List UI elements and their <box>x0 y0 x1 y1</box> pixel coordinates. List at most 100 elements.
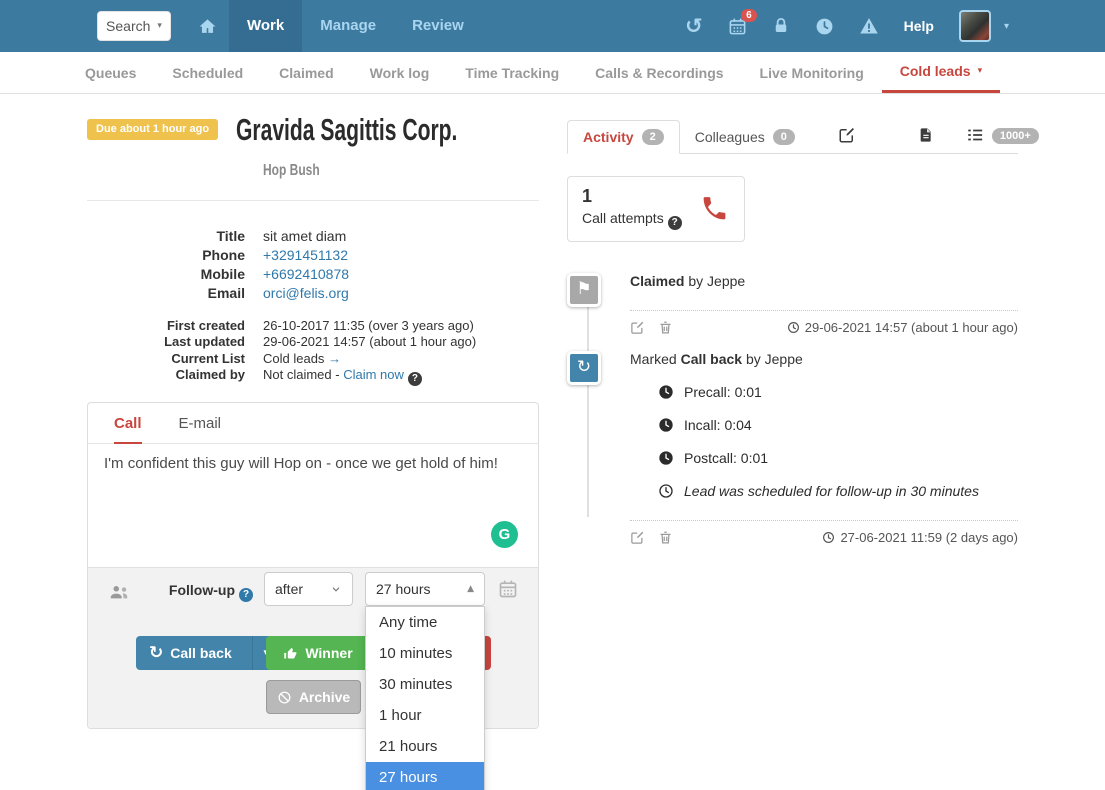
dropdown-option[interactable]: 30 minutes <box>366 669 484 700</box>
subnav-live-monitoring[interactable]: Live Monitoring <box>742 52 882 93</box>
divider <box>630 309 1018 311</box>
call-box-tabs: Call E-mail <box>88 403 538 445</box>
dropdown-option[interactable]: 21 hours <box>366 731 484 762</box>
activity-tabbar: Activity 2 Colleagues 0 1000+ <box>567 120 1039 154</box>
email-link[interactable]: orci@felis.org <box>263 285 349 301</box>
meta-first-created: 26-10-2017 11:35 (over 3 years ago) <box>263 317 474 333</box>
nav-tab-review[interactable]: Review <box>394 0 482 52</box>
timeline-entry-claimed: ⚑ Claimed by Jeppe 29-06-2021 14:57 (abo… <box>567 272 1018 335</box>
clock-icon[interactable] <box>815 17 834 36</box>
phone-link[interactable]: +3291451132 <box>263 247 348 263</box>
entry-prefix: Marked <box>630 350 681 367</box>
calendar-picker-icon[interactable] <box>498 579 518 604</box>
tab-activity[interactable]: Activity 2 <box>567 120 680 154</box>
meta-last-updated: 29-06-2021 14:57 (about 1 hour ago) <box>263 334 477 350</box>
thumbs-up-icon <box>284 647 298 659</box>
clock-outline-icon <box>659 483 673 498</box>
help-link[interactable]: Help <box>904 18 934 34</box>
help-question-icon[interactable]: ? <box>407 372 422 387</box>
followup-label: Follow-up? <box>88 582 253 602</box>
followup-help-icon[interactable]: ? <box>239 587 253 602</box>
meta-label: Current List <box>171 350 245 366</box>
delete-entry-icon[interactable] <box>658 530 673 545</box>
tab-email[interactable]: E-mail <box>179 415 222 443</box>
field-value-title: sit amet diam <box>263 227 347 244</box>
dropdown-option[interactable]: Any time <box>366 607 484 638</box>
mobile-link[interactable]: +6692410878 <box>263 266 349 282</box>
followup-mode-value: after <box>275 581 304 598</box>
meta-label: First created <box>166 317 245 333</box>
list-icon[interactable] <box>966 126 984 144</box>
calendar-icon[interactable]: 6 <box>728 8 757 36</box>
dropdown-option[interactable]: 1 hour <box>366 700 484 731</box>
entry-timestamp: 27-06-2021 11:59 (2 days ago) <box>822 530 1018 545</box>
tab-call[interactable]: Call <box>114 415 142 445</box>
navbar-actions: ↺ 6 Help ▾ <box>685 0 1009 52</box>
claim-now-link[interactable]: Claim now <box>343 367 404 382</box>
subnav-work-log[interactable]: Work log <box>352 52 448 93</box>
call-box: Call E-mail I'm confident this guy will … <box>87 402 539 790</box>
top-navbar: Search ▾ Work Manage Review ↺ 6 Help ▾ <box>0 0 1105 52</box>
go-to-list-arrow-icon[interactable]: → <box>328 351 341 366</box>
meta-label: Claimed by <box>175 367 245 383</box>
document-icon[interactable] <box>918 126 934 144</box>
entry-action: Claimed <box>630 272 685 289</box>
grammarly-icon[interactable]: G <box>491 521 518 549</box>
dropdown-option-selected[interactable]: 27 hours <box>366 762 484 790</box>
followup-time-select[interactable]: 27 hours ▲ <box>365 572 485 607</box>
field-label: Email <box>207 284 245 301</box>
entry-action: Call back <box>680 350 743 367</box>
entry-by: by Jeppe <box>684 272 746 289</box>
delete-entry-icon[interactable] <box>658 320 673 335</box>
nav-tab-manage[interactable]: Manage <box>302 0 394 52</box>
call-back-button[interactable]: ↻ Call back ▾ <box>136 636 279 671</box>
meta-claimed-by: Not claimed - Claim now? <box>263 367 539 387</box>
subnav-calls-recordings[interactable]: Calls & Recordings <box>577 52 741 93</box>
search-dropdown[interactable]: Search ▾ <box>97 11 171 41</box>
followup-time-dropdown: Any time 10 minutes 30 minutes 1 hour 21… <box>365 606 485 790</box>
winner-button[interactable]: Winner <box>266 636 370 671</box>
precall-duration: Precall: 0:01 <box>684 383 762 400</box>
edit-entry-icon[interactable] <box>630 530 645 545</box>
phone-icon <box>700 194 729 228</box>
compose-note-icon[interactable] <box>838 126 856 144</box>
followup-mode-select[interactable]: after <box>264 572 353 607</box>
list-count-badge: 1000+ <box>991 128 1039 144</box>
lead-contact-name: Hop Bush <box>263 161 320 179</box>
tab-colleagues-label: Colleagues <box>694 129 765 145</box>
history-icon[interactable]: ↺ <box>685 15 703 36</box>
home-icon[interactable] <box>198 17 217 36</box>
chevron-up-icon: ▲ <box>467 584 474 595</box>
field-label: Phone <box>202 246 245 263</box>
user-avatar[interactable] <box>958 10 991 42</box>
lead-company-title: Gravida Sagittis Corp. <box>236 112 458 147</box>
activity-count-badge: 2 <box>641 129 664 145</box>
call-attempts-help-icon[interactable]: ? <box>667 215 682 230</box>
claimed-by-value: Not claimed - <box>263 367 340 383</box>
subnav-cold-leads[interactable]: Cold leads ▾ <box>881 52 1001 93</box>
call-attempts-card: 1 Call attempts? <box>567 176 745 242</box>
subnav-claimed[interactable]: Claimed <box>261 52 351 93</box>
subnav-queues[interactable]: Queues <box>67 52 154 93</box>
tab-colleagues[interactable]: Colleagues 0 <box>680 121 810 153</box>
archive-button[interactable]: Archive <box>266 680 361 715</box>
refresh-icon: ↻ <box>567 350 601 385</box>
tab-activity-label: Activity <box>583 129 634 145</box>
dropdown-option[interactable]: 10 minutes <box>366 638 484 669</box>
chevron-down-icon: ▾ <box>977 66 983 76</box>
entry-timestamp: 29-06-2021 14:57 (about 1 hour ago) <box>787 320 1018 335</box>
note-input[interactable]: I'm confident this guy will Hop on - onc… <box>88 444 538 567</box>
user-menu-caret-icon[interactable]: ▾ <box>1004 21 1009 32</box>
lock-icon[interactable] <box>772 17 790 35</box>
clock-filled-icon <box>659 417 673 432</box>
postcall-duration: Postcall: 0:01 <box>684 449 769 466</box>
subnav-time-tracking[interactable]: Time Tracking <box>447 52 577 93</box>
edit-entry-icon[interactable] <box>630 320 645 335</box>
subnav-scheduled[interactable]: Scheduled <box>154 52 261 93</box>
nav-tab-work[interactable]: Work <box>229 0 303 52</box>
warning-icon[interactable] <box>859 16 879 36</box>
meta-current-list: Cold leads → <box>263 351 539 368</box>
chevron-down-icon: ▾ <box>157 21 162 31</box>
lead-fields: Title sit amet diam Phone +3291451132 Mo… <box>87 227 539 303</box>
search-label: Search <box>106 18 151 34</box>
